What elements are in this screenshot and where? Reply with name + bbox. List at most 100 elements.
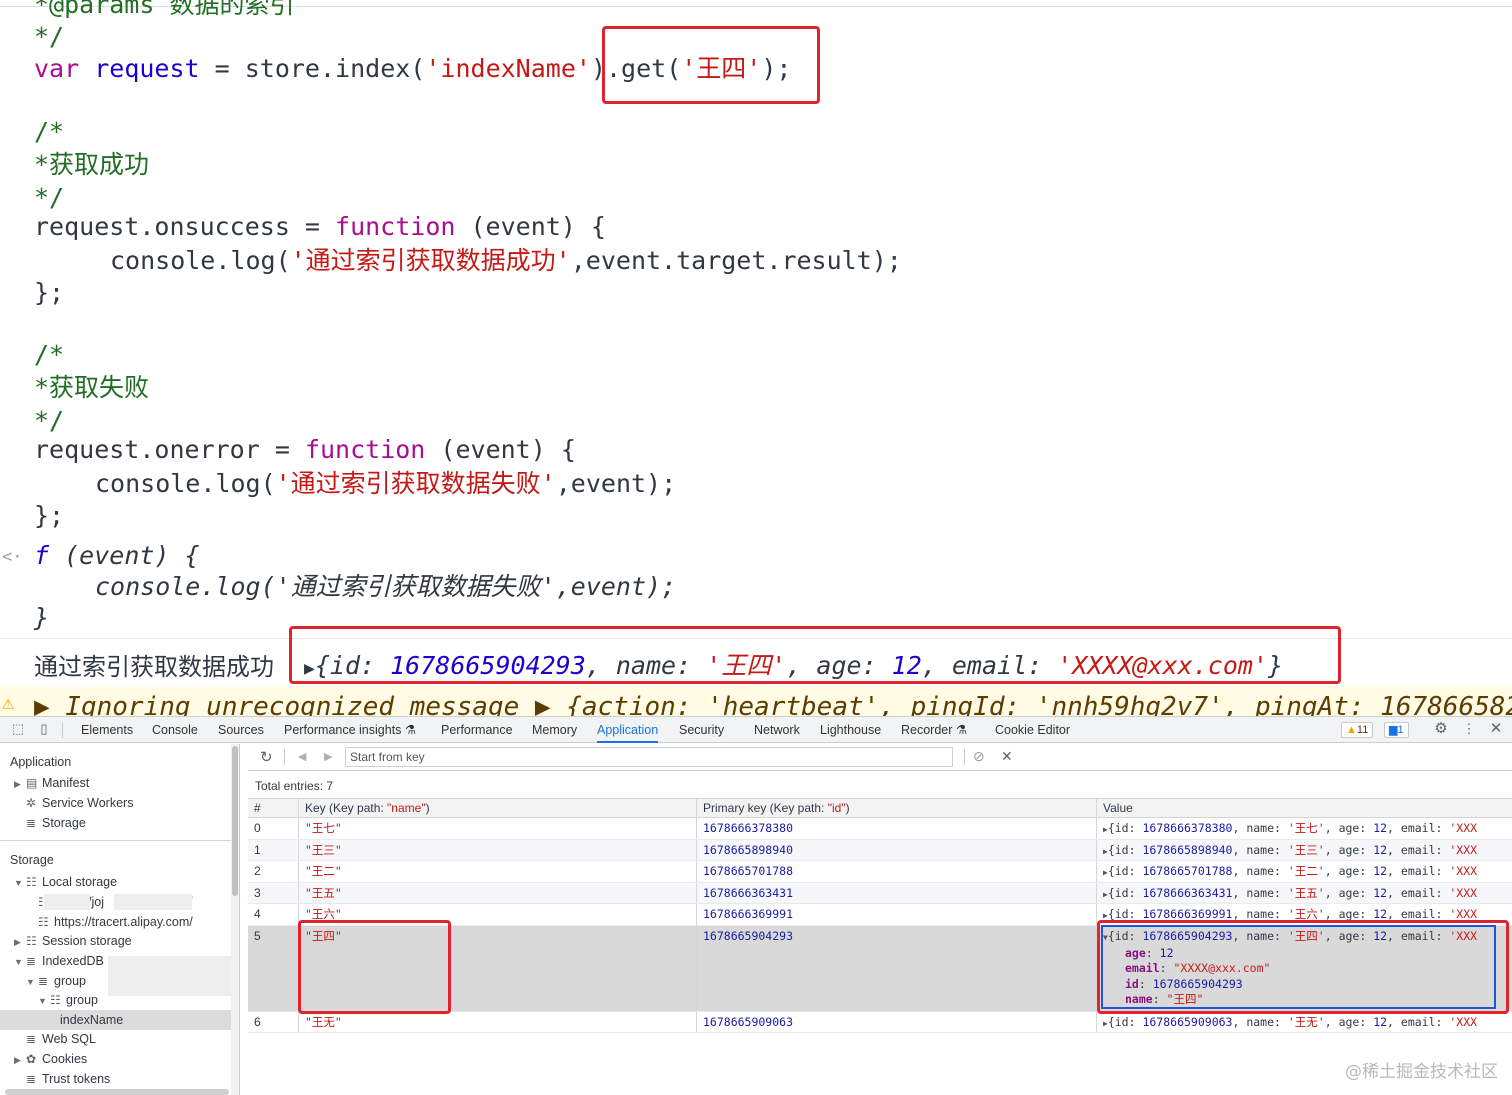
value-pre: {id: (1107, 842, 1143, 857)
row-value[interactable]: ▶{id: 1678666363431, name: '王五', age: 12… (1096, 882, 1496, 903)
table-row[interactable]: 3 "王五" 1678666363431 ▶{id: 1678666363431, n… (248, 882, 1512, 904)
row-value[interactable]: ▶{id: 1678665701788, name: '王二', age: 12… (1096, 861, 1496, 882)
previous-page-icon[interactable]: ◀ (298, 750, 306, 763)
value-age-key: , age: (1324, 885, 1374, 900)
row-value[interactable]: ▶{id: 1678665909063, name: '王无', age: 12… (1096, 1011, 1496, 1032)
row-primary-key: 1678665909063 (696, 1011, 1096, 1032)
value-name-key: , name: (1232, 864, 1288, 878)
header-primary-key[interactable]: Primary key (Key path: "id") (696, 799, 1096, 817)
console-warning-line: ⚠ ▶ Ignoring unrecognized message ▶ {act… (0, 686, 1512, 716)
header-value[interactable]: Value (1096, 799, 1496, 817)
value-id: 1678665701788 (1142, 864, 1233, 878)
grid-icon: ☷ (50, 993, 61, 1007)
gear-small-icon: ✲ (26, 796, 37, 810)
sidebar-item-label: group (54, 974, 86, 988)
sidebar-scroll-thumb[interactable] (232, 746, 238, 896)
sidebar-horizontal-scrollbar[interactable] (5, 1089, 229, 1095)
sidebar-divider (0, 840, 238, 841)
table-row[interactable]: 5 "王四" 1678665904293 ▼{id: 1678665904293, n… (248, 919, 1512, 1014)
tab-sources[interactable]: Sources (218, 717, 264, 743)
header-key-prefix: Key (Key path: (305, 801, 388, 815)
table-row[interactable]: 1 "王三" 1678665898940 ▶{id: 1678665898940, n… (248, 839, 1512, 861)
sidebar-item-manifest[interactable]: ▶ ▤ Manifest (14, 773, 89, 793)
header-key[interactable]: Key (Key path: "name") (298, 799, 696, 817)
warnings-badge[interactable]: ▲11 (1341, 722, 1374, 738)
sidebar-item-index-name[interactable]: indexName (60, 1010, 123, 1030)
sidebar-item-session-storage[interactable]: ▶ ☷ Session storage (14, 931, 132, 951)
row-index: 6 (254, 1014, 261, 1029)
sidebar-item-label: Cookies (42, 1052, 88, 1066)
sidebar-item-storage[interactable]: ≣ Storage (26, 813, 86, 833)
value-email: 'XXX (1449, 1014, 1478, 1029)
warning-icon: ⚠ (2, 690, 15, 714)
value-name: '王三' (1287, 842, 1325, 857)
gear-icon[interactable]: ⚙ (1433, 721, 1449, 737)
table-row[interactable]: 0 "王七" 1678666378380 ▶{id: 1678666378380, n… (248, 818, 1512, 840)
row-index: 0 (254, 821, 261, 835)
echo-arrow-icon: <· (2, 547, 23, 567)
tab-console[interactable]: Console (152, 717, 198, 743)
row-value[interactable]: ▶{id: 1678665898940, name: '王三', age: 12… (1096, 839, 1496, 860)
sidebar-item-label: Storage (42, 816, 86, 830)
sidebar-item-label: Trust tokens (42, 1072, 111, 1086)
row-value[interactable]: ▶{id: 1678666378380, name: '王七', age: 12… (1096, 818, 1496, 839)
caret-down-icon: ▼ (38, 996, 47, 1006)
tab-application[interactable]: Application (597, 717, 659, 743)
sidebar-item-store-group[interactable]: ▼ ☷ group (38, 990, 98, 1010)
value-email-key: , email: (1387, 1014, 1450, 1029)
sidebar-item-indexeddb[interactable]: ▼ ≣ IndexedDB (14, 951, 104, 971)
sidebar-item-web-sql[interactable]: ≣ Web SQL (26, 1029, 96, 1049)
code-line-onerror-body: console.log('通过索引获取数据失败',event); (95, 467, 676, 501)
next-page-icon[interactable]: ▶ (324, 750, 332, 763)
code-line-fail-comment: *获取失败 (34, 373, 150, 402)
more-menu-icon[interactable]: ⋮ (1461, 721, 1477, 737)
keyword-var: var (34, 54, 80, 83)
tab-lighthouse[interactable]: Lighthouse (820, 717, 881, 743)
tab-security[interactable]: Security (679, 717, 724, 743)
sidebar-item-db-group[interactable]: ▼ ≣ group (26, 971, 86, 991)
table-row[interactable]: 2 "王二" 1678665701788 ▶{id: 1678665701788, n… (248, 861, 1512, 883)
tab-performance-insights[interactable]: Performance insights ⚗ (284, 717, 416, 743)
value-pre: {id: (1107, 821, 1143, 835)
tab-elements[interactable]: Elements (81, 717, 133, 743)
clear-store-icon[interactable]: ⊘ (973, 748, 985, 765)
tab-performance[interactable]: Performance (441, 717, 513, 743)
tab-memory[interactable]: Memory (532, 717, 577, 743)
close-icon[interactable]: ✕ (1488, 721, 1504, 737)
sidebar-item-origin-2[interactable]: ☷ https://tracert.alipay.com/ (38, 912, 193, 932)
sidebar-item-cookies[interactable]: ▶ ✿ Cookies (14, 1049, 87, 1069)
total-entries: Total entries: 7 (255, 779, 334, 793)
messages-badge[interactable]: ▆1 (1384, 722, 1409, 738)
inspect-element-icon[interactable]: ⬚ (10, 721, 26, 737)
grid-icon: ☷ (38, 915, 49, 929)
tab-recorder[interactable]: Recorder ⚗ (901, 717, 967, 743)
header-index[interactable]: # (248, 799, 298, 817)
sidebar-scrollbar[interactable] (231, 744, 239, 1095)
table-row[interactable]: 6 "王无" 1678665909063 ▶{id: 1678665909063, n… (248, 1011, 1512, 1033)
value-name-key: , name: (1232, 842, 1288, 857)
highlight-box-expanded (1101, 924, 1496, 1009)
delete-selected-icon[interactable]: ✕ (1001, 748, 1013, 765)
sidebar-item-local-storage[interactable]: ▼ ☷ Local storage (14, 872, 117, 892)
device-toolbar-icon[interactable]: ▯ (36, 721, 52, 737)
value-email-key: , email: (1387, 885, 1450, 900)
code-line-onsuccess: request.onsuccess = function (event) { (34, 210, 606, 244)
header-primary-prefix: Primary key (Key path: (703, 801, 828, 815)
value-email: 'XXX (1449, 864, 1478, 878)
value-email: 'XXX (1449, 885, 1478, 900)
value-name-key: , name: (1232, 885, 1288, 900)
refresh-icon[interactable]: ↻ (260, 748, 273, 766)
sidebar-item-service-workers[interactable]: ✲ Service Workers (26, 793, 133, 813)
row-index: 4 (254, 907, 261, 921)
start-from-key-input[interactable] (345, 747, 953, 767)
cookie-icon: ✿ (26, 1052, 37, 1066)
header-key-path: "name" (387, 801, 426, 815)
tab-cookie-editor[interactable]: Cookie Editor (995, 717, 1070, 743)
tab-network[interactable]: Network (754, 717, 800, 743)
sidebar-item-label: group (66, 993, 98, 1007)
code-onerror-lhs: request.onerror = (34, 435, 305, 464)
sidebar-item-trust-tokens[interactable]: ≣ Trust tokens (26, 1069, 110, 1089)
data-toolbar: ↻ ◀ ▶ ⊘ ✕ (248, 744, 1512, 771)
redacted-area (44, 894, 90, 910)
grid-icon: ☷ (26, 875, 37, 889)
